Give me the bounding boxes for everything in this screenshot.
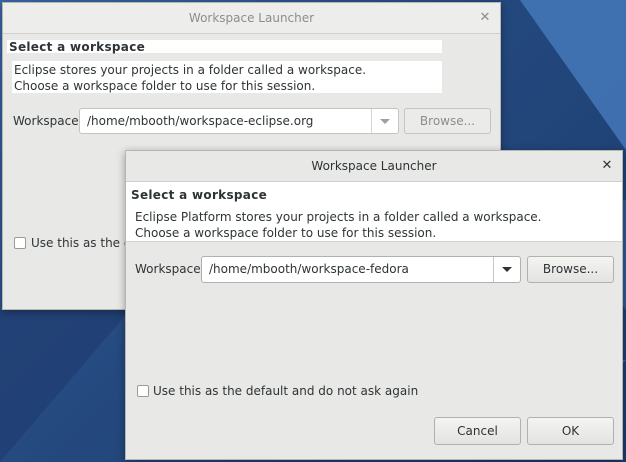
dialog-header: Select a workspace Eclipse Platform stor… (126, 182, 622, 241)
dialog-header-title: Select a workspace (131, 188, 268, 202)
workspace-label: Workspace: (135, 262, 205, 276)
background-workspace-combo[interactable]: /home/mbooth/workspace-eclipse.org (79, 108, 399, 134)
cancel-button[interactable]: Cancel (434, 417, 521, 445)
default-workspace-checkbox[interactable] (137, 385, 149, 397)
background-message-line1: Eclipse stores your projects in a folder… (14, 63, 367, 77)
background-window-title: Workspace Launcher (188, 11, 315, 25)
background-workspace-label: Workspace: (13, 114, 83, 128)
dialog-message-line1: Eclipse Platform stores your projects in… (135, 210, 542, 224)
background-header: Select a workspace Eclipse stores your p… (3, 34, 500, 93)
chevron-down-icon[interactable] (493, 257, 520, 282)
close-icon[interactable]: ✕ (600, 151, 614, 181)
browse-button[interactable]: Browse... (527, 256, 614, 283)
workspace-launcher-dialog[interactable]: Workspace Launcher ✕ Select a workspace … (125, 150, 623, 460)
wallpaper-facet (0, 310, 130, 462)
workspace-combo[interactable]: /home/mbooth/workspace-fedora (201, 256, 521, 283)
dialog-message-line2: Choose a workspace folder to use for thi… (135, 226, 437, 240)
header-divider (126, 241, 622, 242)
dialog-title-bar[interactable]: Workspace Launcher ✕ (126, 151, 622, 182)
ok-button[interactable]: OK (527, 417, 614, 445)
workspace-value[interactable]: /home/mbooth/workspace-fedora (209, 257, 409, 282)
chevron-down-icon[interactable] (371, 109, 398, 133)
background-browse-button[interactable]: Browse... (404, 108, 491, 134)
close-icon[interactable]: ✕ (478, 3, 492, 33)
background-default-checkbox[interactable] (14, 237, 26, 249)
background-message-line2: Choose a workspace folder to use for thi… (14, 79, 316, 93)
background-title-bar[interactable]: Workspace Launcher ✕ (3, 3, 500, 34)
background-header-title: Select a workspace (9, 40, 146, 54)
default-workspace-checkbox-label[interactable]: Use this as the default and do not ask a… (153, 384, 418, 398)
background-workspace-value: /home/mbooth/workspace-eclipse.org (87, 114, 314, 128)
wallpaper-facet (520, 0, 626, 150)
dialog-title: Workspace Launcher (311, 159, 437, 173)
